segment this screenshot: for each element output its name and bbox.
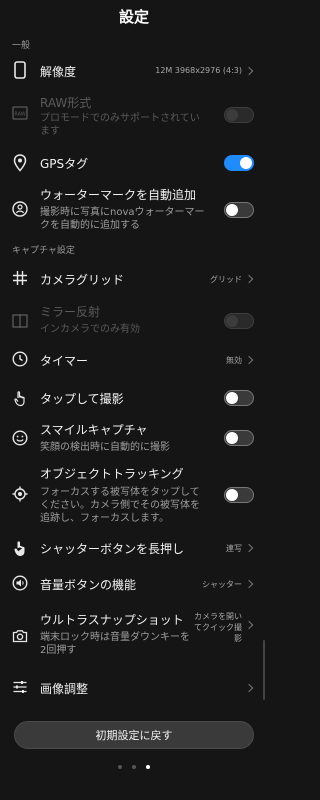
setting-desc: 撮影時に写真にnovaウォーターマークを自動的に追加する bbox=[40, 207, 205, 231]
timer-icon bbox=[12, 351, 28, 367]
scrollbar[interactable] bbox=[263, 640, 265, 700]
setting-volume[interactable]: 音量ボタンの機能 シャッター bbox=[0, 566, 268, 602]
setting-label: GPSタグ bbox=[40, 157, 89, 171]
phone-icon bbox=[12, 61, 28, 79]
chevron-right-icon bbox=[244, 579, 254, 589]
tracking-target-icon bbox=[12, 486, 28, 502]
setting-image-adjust[interactable]: 画像調整 bbox=[0, 670, 268, 706]
setting-value: シャッター bbox=[202, 580, 242, 589]
raw-toggle[interactable] bbox=[224, 107, 254, 123]
setting-mirror[interactable]: ミラー反射 インカメラでのみ有効 bbox=[0, 300, 268, 344]
location-pin-icon bbox=[12, 154, 28, 172]
setting-label: ミラー反射 bbox=[40, 305, 101, 319]
setting-label: タップして撮影 bbox=[40, 392, 124, 406]
setting-grid[interactable]: カメラグリッド グリッド bbox=[0, 261, 268, 297]
setting-value: 無効 bbox=[226, 356, 242, 365]
svg-text:RAW: RAW bbox=[14, 112, 25, 118]
chevron-right-icon bbox=[244, 66, 254, 76]
chevron-right-icon bbox=[244, 620, 254, 630]
setting-label: 解像度 bbox=[40, 65, 77, 79]
smile-icon bbox=[12, 430, 28, 446]
setting-desc: フォーカスする被写体をタップしてください。カメラ側でその被写体を追跡し、フォーカ… bbox=[40, 487, 200, 524]
chevron-right-icon bbox=[244, 683, 254, 693]
sliders-icon bbox=[12, 679, 28, 695]
page-dot[interactable] bbox=[118, 765, 122, 769]
setting-tap-capture[interactable]: タップして撮影 bbox=[0, 380, 268, 416]
setting-desc: プロモードでのみサポートされています bbox=[40, 113, 200, 137]
setting-value: グリッド bbox=[210, 275, 242, 284]
setting-raw[interactable]: RAW RAW形式 プロモードでのみサポートされています bbox=[0, 90, 268, 137]
setting-label: 音量ボタンの機能 bbox=[40, 578, 137, 592]
page-dot-active[interactable] bbox=[146, 765, 150, 769]
setting-label: シャッターボタンを長押し bbox=[40, 542, 185, 556]
page-indicator bbox=[0, 765, 268, 769]
setting-value: 連写 bbox=[226, 544, 242, 553]
setting-label: カメラグリッド bbox=[40, 273, 125, 287]
tap-capture-toggle[interactable] bbox=[224, 390, 254, 406]
setting-label: スマイルキャプチャ bbox=[40, 423, 148, 437]
header: 設定 bbox=[0, 0, 268, 32]
press-hold-finger-icon bbox=[12, 539, 28, 557]
page-title: 設定 bbox=[118, 7, 149, 26]
setting-value: カメラを開いてクイック撮影 bbox=[194, 612, 242, 643]
setting-label: RAW形式 bbox=[40, 96, 92, 110]
tracking-toggle[interactable] bbox=[224, 487, 254, 503]
setting-resolution[interactable]: 解像度 12M 3968x2976 (4:3) bbox=[0, 52, 268, 88]
setting-tracking[interactable]: オブジェクトトラッキング フォーカスする被写体をタップしてください。カメラ側でそ… bbox=[0, 462, 268, 528]
camera-snapshot-icon bbox=[12, 628, 28, 644]
section-capture: キャプチャ設定 bbox=[12, 246, 75, 256]
setting-smile[interactable]: スマイルキャプチャ 笑顔の検出時に自動的に撮影 bbox=[0, 418, 268, 458]
grid-icon bbox=[12, 270, 28, 286]
setting-value: 12M 3968x2976 (4:3) bbox=[155, 66, 242, 75]
chevron-right-icon bbox=[244, 543, 254, 553]
section-general: 一般 bbox=[12, 41, 31, 51]
gps-toggle[interactable] bbox=[224, 155, 254, 171]
chevron-right-icon bbox=[244, 355, 254, 365]
setting-ultra-snapshot[interactable]: ウルトラスナップショット 端末ロック時は音量ダウンキーを2回押す カメラを開いて… bbox=[0, 608, 268, 666]
setting-desc: 端末ロック時は音量ダウンキーを2回押す bbox=[40, 632, 190, 656]
volume-icon bbox=[12, 575, 28, 591]
setting-label: 画像調整 bbox=[40, 682, 89, 696]
page-dot[interactable] bbox=[132, 765, 136, 769]
watermark-icon bbox=[12, 201, 28, 217]
mirror-icon bbox=[12, 313, 28, 329]
chevron-right-icon bbox=[244, 274, 254, 284]
reset-defaults-button[interactable]: 初期設定に戻す bbox=[14, 721, 254, 749]
setting-label: オブジェクトトラッキング bbox=[40, 467, 184, 481]
setting-timer[interactable]: タイマー 無効 bbox=[0, 342, 268, 378]
setting-label: ウォーターマークを自動追加 bbox=[40, 188, 197, 202]
raw-icon: RAW bbox=[12, 106, 28, 122]
setting-label: タイマー bbox=[40, 354, 89, 368]
setting-shutter-hold[interactable]: シャッターボタンを長押し 連写 bbox=[0, 530, 268, 566]
setting-label: ウルトラスナップショット bbox=[40, 613, 184, 627]
smile-toggle[interactable] bbox=[224, 430, 254, 446]
tap-finger-icon bbox=[12, 389, 28, 407]
setting-gps[interactable]: GPSタグ bbox=[0, 145, 268, 181]
setting-desc: 笑顔の検出時に自動的に撮影 bbox=[40, 442, 170, 453]
setting-desc: インカメラでのみ有効 bbox=[40, 324, 140, 335]
mirror-toggle[interactable] bbox=[224, 313, 254, 329]
setting-watermark[interactable]: ウォーターマークを自動追加 撮影時に写真にnovaウォーターマークを自動的に追加… bbox=[0, 183, 268, 235]
watermark-toggle[interactable] bbox=[224, 202, 254, 218]
